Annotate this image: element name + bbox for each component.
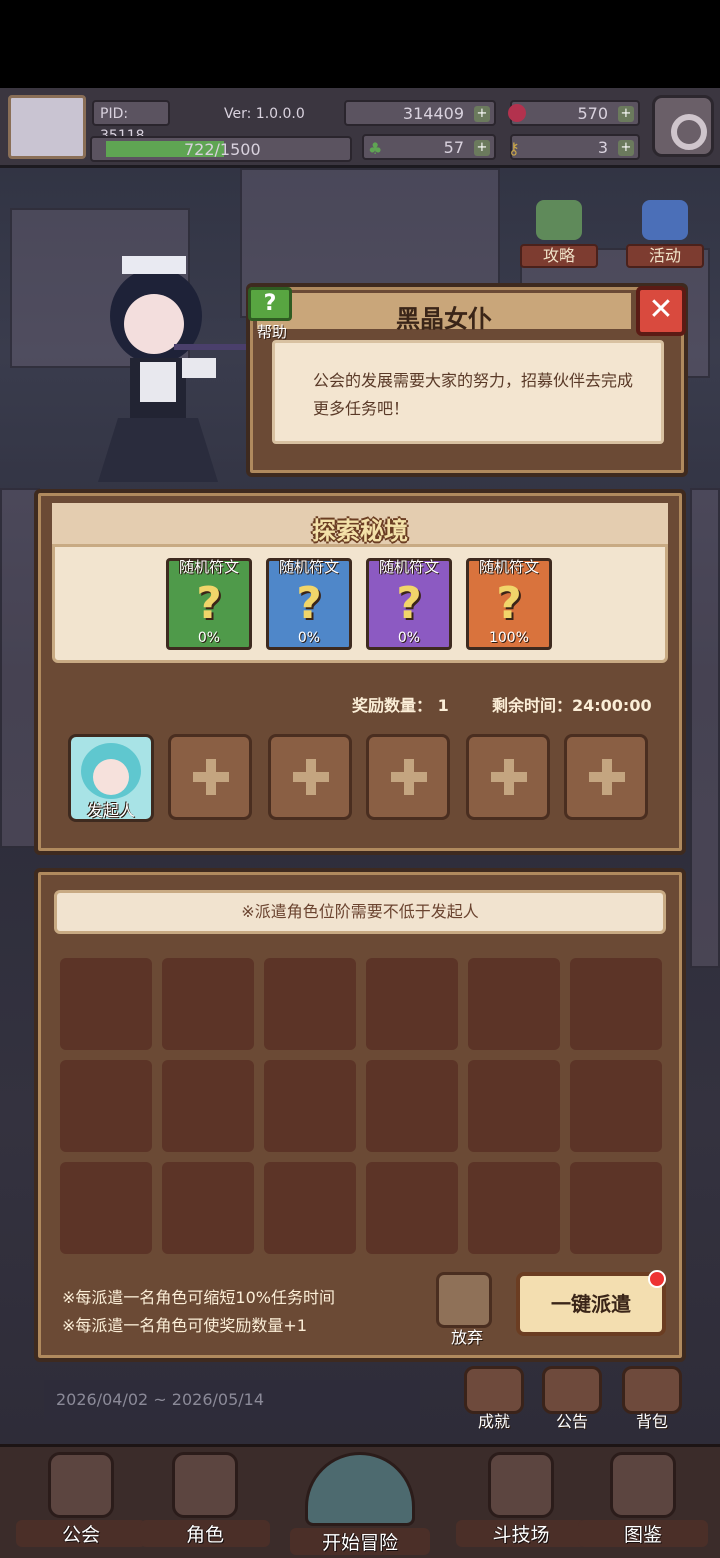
backpack-icon (622, 1366, 682, 1414)
balloons-icon (642, 200, 688, 240)
explore-title: 探索秘境 (312, 517, 408, 545)
rune-card-orange[interactable]: 随机符文 ? 100% (466, 558, 552, 650)
question-icon: ? (296, 578, 322, 629)
gem-counter[interactable]: 570 + (508, 100, 640, 126)
character-cell[interactable] (570, 1060, 662, 1152)
character-icon (172, 1452, 238, 1518)
rune-card-green[interactable]: 随机符文 ? 0% (166, 558, 252, 650)
pid-display: PID: 35118 (92, 100, 170, 144)
character-cell[interactable] (60, 958, 152, 1050)
question-icon: ? (196, 578, 222, 629)
abandon-button[interactable]: 放弃 (436, 1272, 498, 1348)
plus-icon (589, 759, 625, 795)
rune-card-blue[interactable]: 随机符文 ? 0% (266, 558, 352, 650)
question-icon: ? (496, 578, 522, 629)
character-cell[interactable] (264, 1162, 356, 1254)
question-icon: ? (396, 578, 422, 629)
add-gem-icon[interactable]: + (618, 106, 634, 122)
member-slot[interactable] (268, 734, 352, 820)
event-button[interactable]: 活动 (626, 200, 704, 270)
gold-counter[interactable]: 314409 + (344, 100, 496, 126)
character-cell[interactable] (264, 1060, 356, 1152)
exp-bar: 722/1500 (90, 136, 352, 162)
nav-codex[interactable]: 图鉴 (578, 1452, 708, 1552)
question-icon: ? (248, 287, 292, 321)
member-slot[interactable] (366, 734, 450, 820)
plus-icon (491, 759, 527, 795)
explore-title-band: 探索秘境 (52, 503, 668, 547)
character-cell[interactable] (468, 958, 560, 1050)
character-cell[interactable] (366, 1060, 458, 1152)
book-icon (610, 1452, 676, 1518)
dialog-message: 公会的发展需要大家的努力，招募伙伴去完成更多任务吧！ (313, 371, 634, 418)
notification-dot-icon (648, 1270, 666, 1288)
guild-building-icon (48, 1452, 114, 1518)
magnifier-icon (305, 1452, 415, 1526)
initiator-slot[interactable]: 发起人 (68, 734, 154, 822)
clover-icon: ♣ (368, 139, 383, 158)
nav-arena[interactable]: 斗技场 (456, 1452, 586, 1552)
member-slot[interactable] (564, 734, 648, 820)
dispatch-all-button[interactable]: 一键派遣 (516, 1270, 666, 1336)
rank-requirement-note: ※派遣角色位阶需要不低于发起人 (54, 890, 666, 934)
refresh-icon (436, 1272, 492, 1328)
trophy-icon (464, 1366, 524, 1414)
player-avatar[interactable] (8, 95, 86, 159)
event-date-range: 2026/04/02 ~ 2026/05/14 (44, 1380, 420, 1420)
guide-button[interactable]: 攻略 (520, 200, 598, 270)
dispatch-tip-reward: ※每派遣一名角色可使奖励数量+1 (62, 1316, 307, 1335)
character-cell[interactable] (162, 1162, 254, 1254)
character-cell[interactable] (162, 958, 254, 1050)
nav-character[interactable]: 角色 (140, 1452, 270, 1552)
character-cell[interactable] (570, 1162, 662, 1254)
settings-gear-icon[interactable] (652, 95, 714, 157)
dialog-body: 公会的发展需要大家的努力，招募伙伴去完成更多任务吧！ (272, 340, 664, 444)
add-key-icon[interactable]: + (618, 140, 634, 156)
dispatch-tip-time: ※每派遣一名角色可缩短10%任务时间 (62, 1288, 335, 1307)
rune-card-purple[interactable]: 随机符文 ? 0% (366, 558, 452, 650)
version-display: Ver: 1.0.0.0 (224, 106, 305, 122)
character-cell[interactable] (366, 1162, 458, 1254)
remaining-time: 剩余时间：24:00:00 (492, 696, 652, 715)
gem-icon (508, 104, 526, 122)
notice-button[interactable]: 公告 (540, 1366, 604, 1431)
dialog-title: 黑晶女仆 (396, 305, 492, 333)
character-cell[interactable] (60, 1162, 152, 1254)
character-cell[interactable] (468, 1162, 560, 1254)
chat-icon (536, 200, 582, 240)
key-icon: ⚷ (508, 139, 520, 158)
bag-button[interactable]: 背包 (620, 1366, 684, 1431)
plus-icon (293, 759, 329, 795)
character-cell[interactable] (264, 958, 356, 1050)
character-cell[interactable] (162, 1060, 254, 1152)
add-gold-icon[interactable]: + (474, 106, 490, 122)
crossed-swords-icon (488, 1452, 554, 1518)
plus-icon (193, 759, 229, 795)
member-slot[interactable] (466, 734, 550, 820)
speaker-icon (542, 1366, 602, 1414)
achievement-button[interactable]: 成就 (462, 1366, 526, 1431)
nav-start-adventure[interactable]: 开始冒险 (290, 1452, 430, 1555)
key-counter[interactable]: ⚷ 3 + (508, 134, 640, 160)
character-cell[interactable] (366, 958, 458, 1050)
member-slot[interactable] (168, 734, 252, 820)
plus-icon (391, 759, 427, 795)
character-cell[interactable] (60, 1060, 152, 1152)
maid-character-portrait (98, 256, 250, 482)
help-button[interactable]: ? 帮助 (248, 287, 296, 341)
close-button[interactable]: ✕ (636, 286, 686, 336)
dialog-title-bar: 黑晶女仆 (254, 290, 634, 333)
add-clover-icon[interactable]: + (474, 140, 490, 156)
character-cell[interactable] (570, 958, 662, 1050)
character-cell[interactable] (468, 1060, 560, 1152)
clover-counter[interactable]: ♣ 57 + (362, 134, 496, 160)
reward-count: 奖励数量： 1 (352, 696, 449, 715)
nav-guild[interactable]: 公会 (16, 1452, 146, 1552)
